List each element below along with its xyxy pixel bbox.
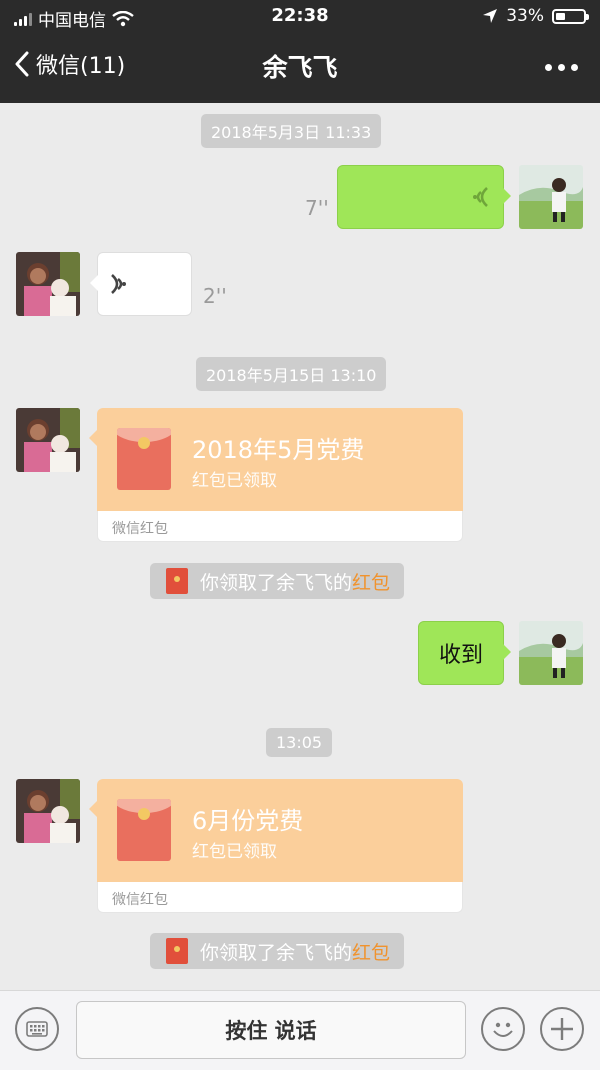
system-notice: 你领取了余飞飞的红包	[150, 563, 405, 599]
red-packet-body: 2018年5月党费 红包已领取	[97, 408, 463, 511]
red-packet-footer: 微信红包	[97, 511, 463, 542]
text-message-bubble-outgoing[interactable]: 收到	[418, 621, 511, 685]
bubble-tail	[503, 644, 511, 660]
nav-bar: 微信(11) 余飞飞	[0, 34, 600, 103]
red-packet-link[interactable]: 红包	[352, 572, 390, 594]
red-packet-footer-label: 微信红包	[112, 892, 168, 908]
keyboard-icon[interactable]	[15, 1007, 59, 1051]
battery-percent: 33%	[506, 6, 544, 26]
battery-icon	[552, 8, 589, 24]
voice-wave-icon	[473, 187, 488, 207]
notice-text: 你领取了余飞飞的	[200, 941, 353, 964]
message-text: 收到	[438, 643, 483, 668]
red-packet-link[interactable]: 红包	[352, 942, 390, 964]
timestamp-badge: 2018年5月3日 11:33	[201, 114, 382, 148]
bubble-tail	[89, 430, 97, 446]
red-packet-status: 红包已领取	[192, 842, 277, 862]
status-right: 33%	[482, 6, 589, 26]
bubble-tail	[503, 188, 511, 204]
bubble-tail	[90, 275, 98, 291]
plus-icon[interactable]	[540, 1007, 584, 1051]
voice-message-bubble-incoming[interactable]	[90, 252, 192, 316]
red-packet-card[interactable]: 2018年5月党费 红包已领取 微信红包	[97, 408, 463, 542]
red-envelope-icon	[166, 938, 188, 964]
red-envelope-icon	[117, 799, 171, 861]
timestamp-badge: 2018年5月15日 13:10	[196, 357, 387, 391]
timestamp-badge: 13:05	[266, 728, 333, 757]
contact-avatar[interactable]	[16, 779, 80, 843]
bubble-tail	[89, 801, 97, 817]
voice-duration: 7''	[305, 196, 329, 220]
contact-avatar[interactable]	[16, 408, 80, 472]
my-avatar[interactable]	[519, 165, 583, 229]
battery-fill	[556, 12, 565, 20]
my-avatar[interactable]	[519, 621, 583, 685]
top-bar: 中国电信 22:38 33% 微信(11) 余飞飞	[0, 0, 600, 103]
voice-message-bubble-outgoing[interactable]	[337, 165, 511, 229]
input-bar: 按住 说话	[0, 990, 600, 1070]
status-bar: 中国电信 22:38 33%	[0, 0, 600, 34]
notice-text: 你领取了余飞飞的	[200, 571, 353, 594]
red-packet-title: 6月份党费	[192, 807, 304, 835]
contact-avatar[interactable]	[16, 252, 80, 316]
red-packet-status: 红包已领取	[192, 471, 277, 491]
chat-title: 余飞飞	[262, 53, 338, 82]
red-packet-card[interactable]: 6月份党费 红包已领取 微信红包	[97, 779, 463, 913]
more-icon[interactable]	[545, 64, 578, 71]
red-envelope-icon	[166, 568, 188, 594]
emoji-icon[interactable]	[481, 1007, 525, 1051]
red-packet-body: 6月份党费 红包已领取	[97, 779, 463, 882]
location-arrow-icon	[483, 9, 498, 23]
hold-to-talk-button[interactable]: 按住 说话	[76, 1001, 466, 1059]
red-packet-footer: 微信红包	[97, 882, 463, 913]
red-packet-footer-label: 微信红包	[112, 521, 168, 537]
red-packet-title: 2018年5月党费	[192, 436, 365, 464]
voice-wave-icon	[111, 274, 126, 294]
red-envelope-icon	[117, 428, 171, 490]
system-notice: 你领取了余飞飞的红包	[150, 933, 405, 969]
voice-duration: 2''	[203, 284, 227, 308]
